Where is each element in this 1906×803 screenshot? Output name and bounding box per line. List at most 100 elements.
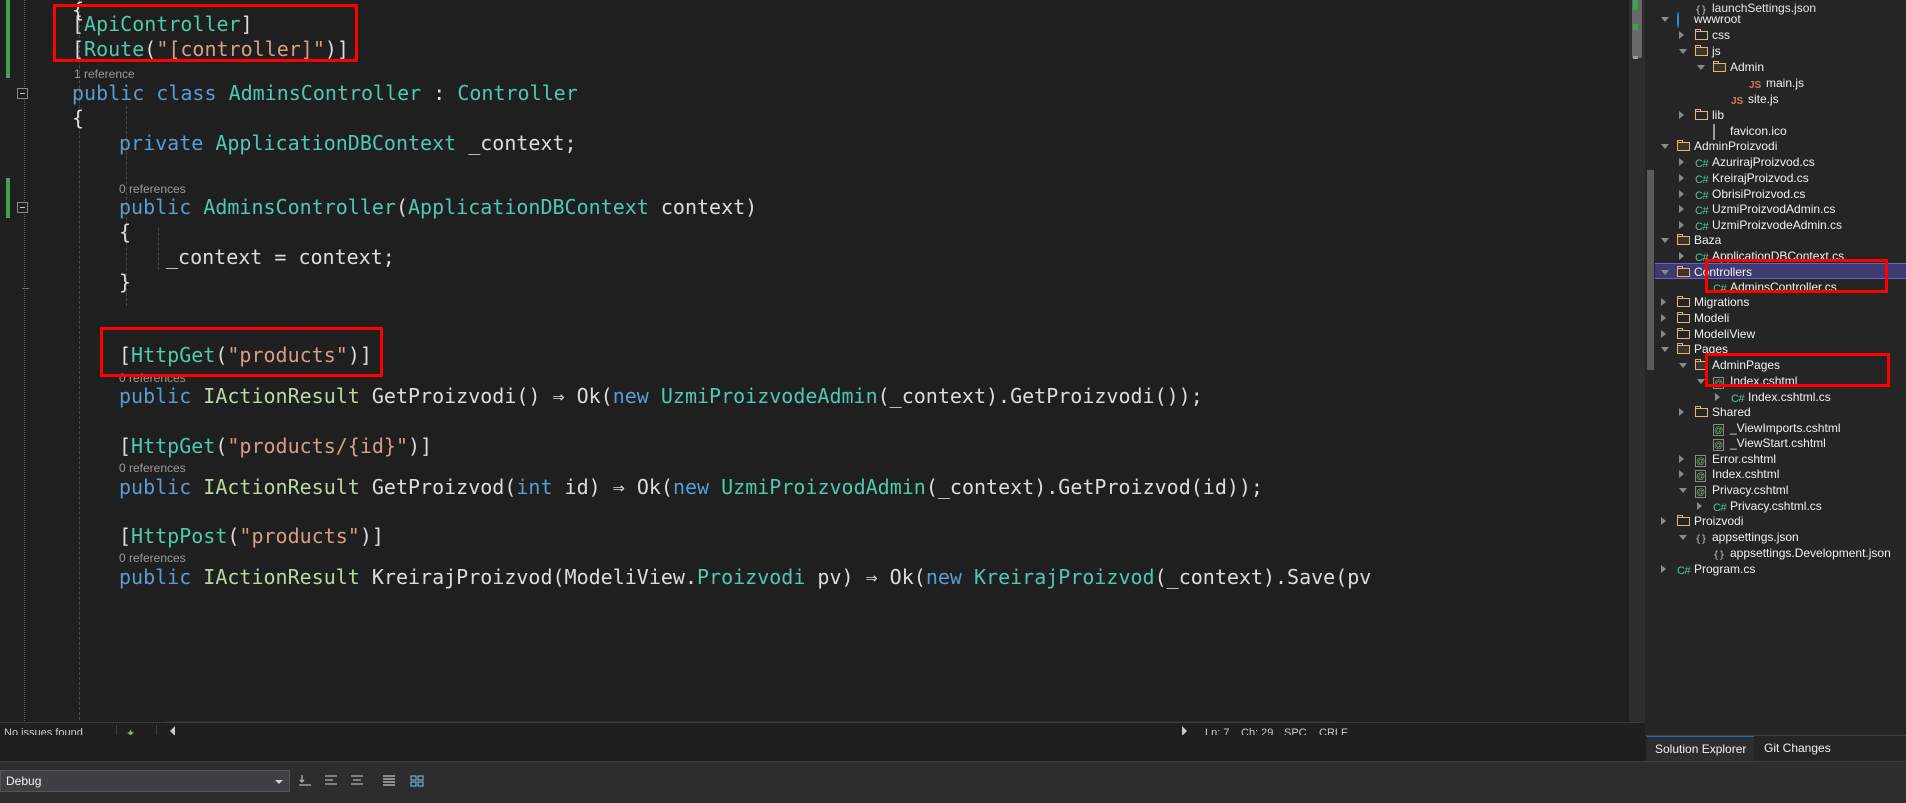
tree-item-baza[interactable]: Baza [1655, 232, 1906, 248]
chevron-right-icon[interactable] [1661, 330, 1666, 338]
chevron-down-icon[interactable] [275, 780, 283, 784]
tree-item-applicationdbcontext-cs[interactable]: C# ApplicationDBContext.cs [1655, 248, 1906, 264]
spaces-indicator[interactable]: SPC [1284, 727, 1307, 735]
brush-icon[interactable]: ✦ [126, 727, 135, 735]
tree-item-pages[interactable]: Pages [1655, 341, 1906, 357]
tree-item-kreirajproizvod-cs[interactable]: C# KreirajProizvod.cs [1655, 170, 1906, 186]
step-into-icon[interactable] [296, 772, 314, 790]
tree-item-uzmiproizvodeadmin-cs[interactable]: C# UzmiProizvodeAdmin.cs [1655, 217, 1906, 233]
chevron-down-icon[interactable] [1697, 379, 1705, 384]
chevron-right-icon[interactable] [1661, 517, 1666, 525]
chevron-right-icon[interactable] [1679, 455, 1684, 463]
chevron-down-icon[interactable] [1697, 65, 1705, 70]
code-line[interactable]: _context = context; [166, 245, 395, 270]
tree-item-privacy-cshtml-cs[interactable]: C# Privacy.cshtml.cs [1655, 498, 1906, 514]
code-line[interactable]: public IActionResult KreirajProizvod(Mod… [119, 565, 1371, 590]
tree-item--viewimports-cshtml[interactable]: @ _ViewImports.cshtml [1655, 420, 1906, 436]
chevron-right-icon[interactable] [1715, 393, 1720, 401]
codelens-reference-label[interactable]: 1 reference [74, 67, 135, 81]
chevron-right-icon[interactable] [1679, 158, 1684, 166]
code-line[interactable]: [HttpPost("products")] [119, 524, 384, 549]
tree-item-privacy-cshtml[interactable]: @ Privacy.cshtml [1655, 482, 1906, 498]
chevron-right-icon[interactable] [1679, 31, 1684, 39]
chevron-down-icon[interactable] [1661, 144, 1669, 149]
debug-configuration-select[interactable]: Debug [0, 770, 290, 792]
code-line[interactable]: private ApplicationDBContext _context; [119, 131, 577, 156]
tree-item-lib[interactable]: lib [1655, 107, 1906, 123]
code-line[interactable]: [Route("[controller]")] [72, 37, 349, 62]
chevron-right-icon[interactable] [1679, 190, 1684, 198]
solution-explorer-panel[interactable]: {} launchSettings.json wwwroot css js Admin JS… [1645, 0, 1906, 735]
tree-item--viewstart-cshtml[interactable]: @ _ViewStart.cshtml [1655, 435, 1906, 451]
code-line[interactable]: [ApiController] [72, 12, 253, 37]
chevron-right-icon[interactable] [1661, 298, 1666, 306]
chevron-down-icon[interactable] [1679, 535, 1687, 540]
tree-item-modeliview[interactable]: ModeliView [1655, 326, 1906, 342]
chevron-right-icon[interactable] [1679, 408, 1684, 416]
tab-git-changes[interactable]: Git Changes [1756, 736, 1839, 761]
scroll-right-arrow[interactable] [1182, 726, 1187, 735]
tree-item-shared[interactable]: Shared [1655, 404, 1906, 420]
tab-solution-explorer[interactable]: Solution Explorer [1647, 736, 1755, 761]
codelens-reference-label[interactable]: 0 references [119, 461, 186, 475]
chevron-down-icon[interactable] [1661, 270, 1669, 275]
tree-item-admin[interactable]: Admin [1655, 59, 1906, 75]
tree-item-appsettings-development-json[interactable]: {} appsettings.Development.json [1655, 545, 1906, 561]
tree-item-migrations[interactable]: Migrations [1655, 294, 1906, 310]
code-line[interactable]: public IActionResult GetProizvod(int id)… [119, 475, 1263, 500]
chevron-right-icon[interactable] [1679, 221, 1684, 229]
tree-item-index-cshtml[interactable]: @ Index.cshtml [1655, 466, 1906, 482]
tree-item-main-js[interactable]: JS main.js [1655, 75, 1906, 91]
code-line[interactable]: public AdminsController(ApplicationDBCon… [119, 195, 757, 220]
tree-item-appsettings-json[interactable]: {} appsettings.json [1655, 529, 1906, 545]
code-line[interactable]: { [119, 220, 131, 245]
chevron-down-icon[interactable] [1661, 347, 1669, 352]
tool-window-tabs[interactable]: Solution Explorer Git Changes [1645, 735, 1906, 762]
code-line[interactable]: [HttpGet("products/{id}")] [119, 434, 432, 459]
tree-item-css[interactable]: css [1655, 27, 1906, 43]
chevron-right-icon[interactable] [1679, 174, 1684, 182]
solution-explorer-scrollbar[interactable] [1645, 0, 1655, 735]
line-endings-indicator[interactable]: CRLF [1319, 727, 1348, 735]
chevron-right-icon[interactable] [1697, 502, 1702, 510]
codelens-reference-label[interactable]: 0 references [119, 371, 186, 385]
tree-item-uzmiproizvodadmin-cs[interactable]: C# UzmiProizvodAdmin.cs [1655, 201, 1906, 217]
tree-item-controllers[interactable]: Controllers [1655, 263, 1906, 279]
tree-item-program-cs[interactable]: C# Program.cs [1655, 561, 1906, 577]
code-line[interactable]: { [72, 106, 84, 131]
chevron-right-icon[interactable] [1679, 205, 1684, 213]
code-line[interactable]: public IActionResult GetProizvodi() ⇒ Ok… [119, 384, 1203, 409]
grid-view-icon[interactable] [408, 772, 426, 790]
tree-item-site-js[interactable]: JS site.js [1655, 91, 1906, 107]
tree-item-obrisiproizvod-cs[interactable]: C# ObrisiProizvod.cs [1655, 186, 1906, 202]
code-line[interactable]: [HttpGet("products")] [119, 343, 372, 368]
tree-item-azurirajproizvod-cs[interactable]: C# AzurirajProizvod.cs [1655, 154, 1906, 170]
chevron-right-icon[interactable] [1679, 252, 1684, 260]
code-editor[interactable]: { [ApiController] [Route("[controller]")] p… [0, 0, 1645, 735]
align-center-icon[interactable] [348, 772, 366, 790]
tree-item-index-cshtml[interactable]: @ Index.cshtml [1655, 373, 1906, 389]
tree-item-wwwroot[interactable]: wwwroot [1655, 11, 1906, 28]
tree-item-modeli[interactable]: Modeli [1655, 310, 1906, 326]
chevron-down-icon[interactable] [1679, 488, 1687, 493]
tree-item-error-cshtml[interactable]: @ Error.cshtml [1655, 451, 1906, 467]
tree-item-js[interactable]: js [1655, 43, 1906, 59]
scroll-left-arrow[interactable] [170, 726, 175, 735]
tree-item-adminscontroller-cs[interactable]: C# AdminsController.cs [1655, 279, 1906, 295]
chevron-right-icon[interactable] [1661, 565, 1666, 573]
chevron-down-icon[interactable] [1661, 238, 1669, 243]
chevron-down-icon[interactable] [1679, 363, 1687, 368]
issues-status[interactable]: No issues found [4, 727, 83, 735]
code-line[interactable]: } [119, 270, 131, 295]
chevron-down-icon[interactable] [1679, 49, 1687, 54]
tree-item-proizvodi[interactable]: Proizvodi [1655, 513, 1906, 529]
chevron-right-icon[interactable] [1679, 470, 1684, 478]
code-line[interactable]: public class AdminsController : Controll… [72, 81, 578, 106]
codelens-reference-label[interactable]: 0 references [119, 551, 186, 565]
align-left-icon[interactable] [322, 772, 340, 790]
tree-item-adminproizvodi[interactable]: AdminProizvodi [1655, 138, 1906, 154]
chevron-down-icon[interactable] [1661, 17, 1669, 22]
tree-item-index-cshtml-cs[interactable]: C# Index.cshtml.cs [1655, 389, 1906, 405]
tree-item-adminpages[interactable]: AdminPages [1655, 357, 1906, 373]
tree-item-favicon-ico[interactable]: favicon.ico [1655, 123, 1906, 140]
